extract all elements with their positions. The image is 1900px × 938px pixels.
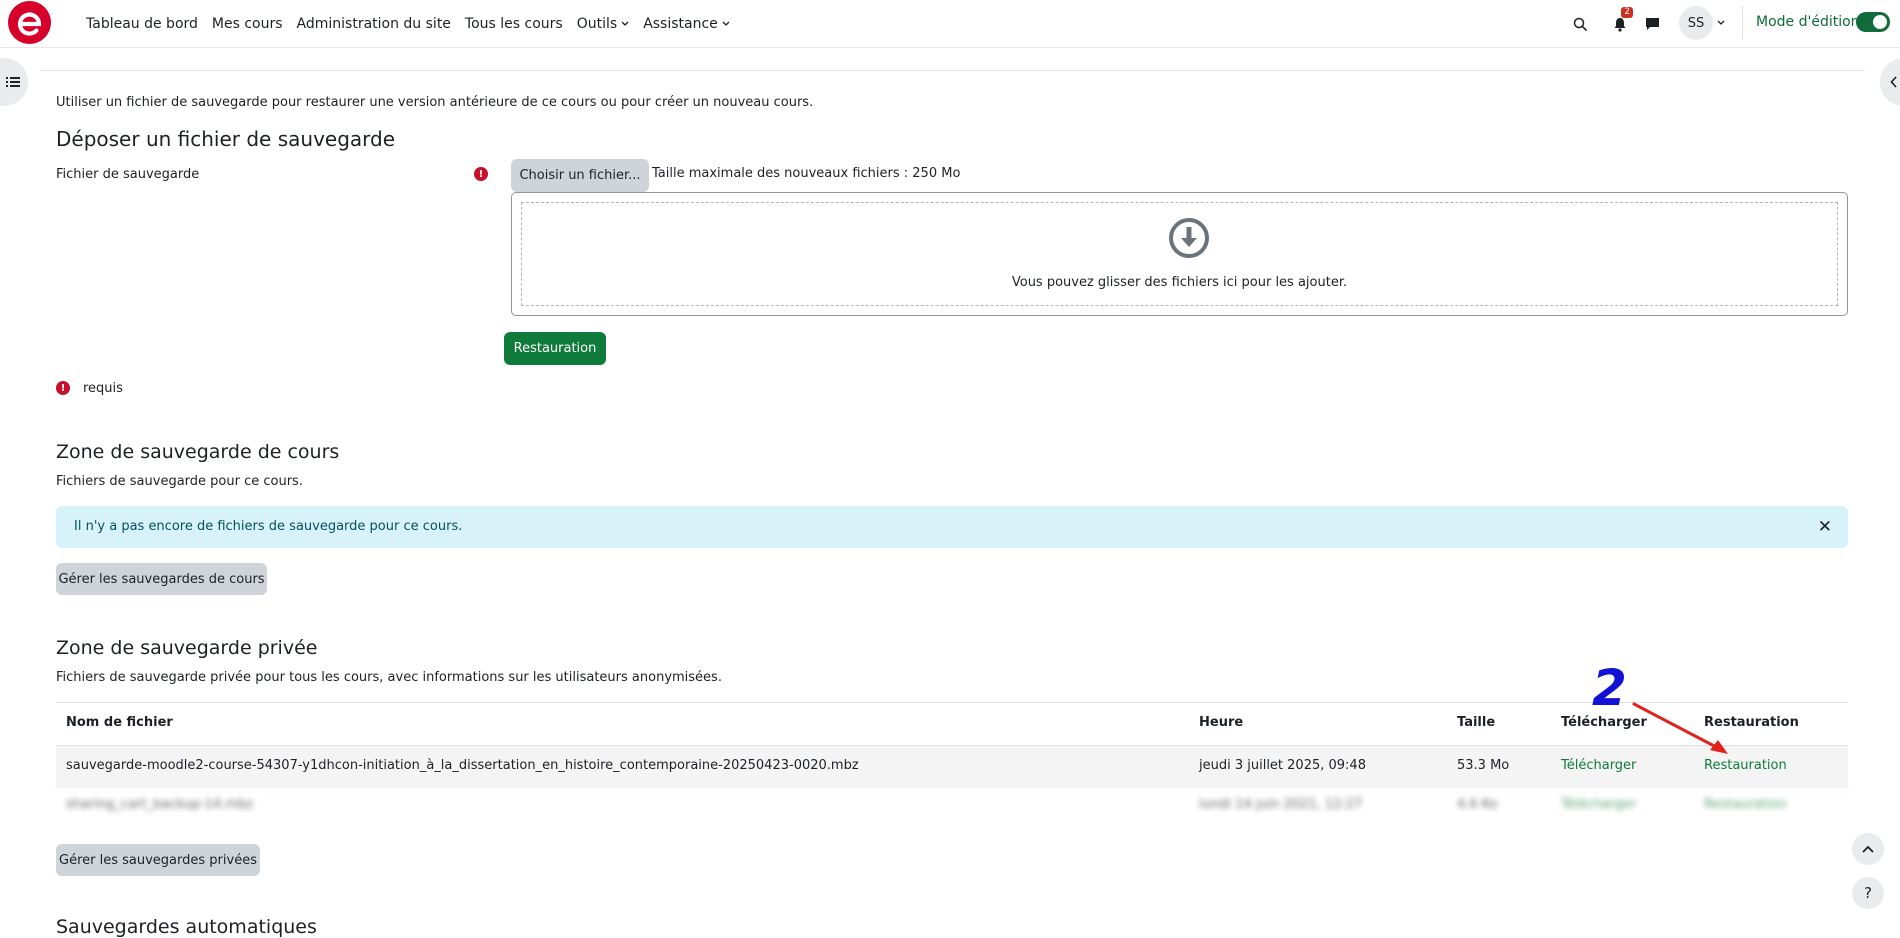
nav-all-courses-label: Tous les cours: [464, 16, 563, 32]
download-link[interactable]: Télécharger: [1561, 797, 1636, 812]
download-arrow-circle-icon: [1169, 218, 1209, 258]
help-button[interactable]: ?: [1852, 877, 1884, 909]
chevron-down-icon: [722, 21, 730, 26]
backup-time: lundi 14 juin 2021, 12:27: [1199, 797, 1363, 812]
required-legend-text: requis: [83, 381, 123, 396]
block-drawer-toggle[interactable]: [1880, 58, 1900, 106]
bell-icon: [1614, 17, 1626, 32]
search-icon: [1573, 17, 1587, 31]
user-avatar[interactable]: SS: [1679, 6, 1713, 40]
chevron-up-icon: [1862, 845, 1874, 853]
notification-count-badge: 2: [1621, 7, 1633, 18]
intro-text: Utiliser un fichier de sauvegarde pour r…: [56, 95, 814, 110]
site-logo[interactable]: [8, 1, 51, 44]
backup-file-label: Fichier de sauvegarde: [56, 167, 200, 182]
column-header-filename: Nom de fichier: [66, 715, 173, 730]
search-button[interactable]: [1568, 12, 1592, 36]
restore-link[interactable]: Restauration: [1704, 797, 1787, 812]
max-file-size-text: Taille maximale des nouveaux fichiers : …: [652, 166, 961, 181]
chat-bubble-icon: [1645, 18, 1659, 30]
backup-size: 53.3 Mo: [1457, 758, 1510, 773]
required-legend-icon: !: [56, 381, 70, 395]
chevron-down-icon[interactable]: [1717, 20, 1725, 26]
page-header-divider: [40, 70, 1865, 71]
backup-filename: sauvegarde-moodle2-course-54307-y1dhcon-…: [66, 758, 859, 773]
manage-private-backups-button[interactable]: Gérer les sauvegardes privées: [56, 844, 260, 876]
upload-heading: Déposer un fichier de sauvegarde: [56, 127, 396, 151]
backup-time: jeudi 3 juillet 2025, 09:48: [1199, 758, 1366, 773]
back-to-top-button[interactable]: [1852, 833, 1884, 865]
nav-all-courses[interactable]: Tous les cours: [465, 16, 563, 32]
private-backup-zone-heading: Zone de sauvegarde privée: [56, 637, 318, 659]
course-backup-zone-subtitle: Fichiers de sauvegarde pour ce cours.: [56, 474, 303, 489]
nav-dashboard-label: Tableau de bord: [86, 16, 198, 32]
choose-file-button[interactable]: Choisir un fichier...: [511, 159, 649, 192]
edit-mode-label: Mode d'édition: [1756, 14, 1860, 30]
annotation-step-number: 2: [1592, 659, 1627, 717]
nav-site-admin-label: Administration du site: [296, 16, 451, 32]
alert-message: Il n'y a pas encore de fichiers de sauve…: [74, 519, 463, 534]
notifications-button[interactable]: 2: [1608, 7, 1633, 36]
nav-dashboard[interactable]: Tableau de bord: [86, 16, 198, 32]
private-backups-table: Nom de fichier Heure Taille Télécharger …: [56, 702, 1848, 819]
top-navbar: Tableau de bord Mes cours Administration…: [0, 0, 1900, 48]
brand-e-logo-icon: [17, 11, 41, 36]
edit-mode-toggle[interactable]: [1856, 12, 1890, 32]
no-backups-alert: Il n'y a pas encore de fichiers de sauve…: [56, 506, 1848, 548]
primary-navigation: Tableau de bord Mes cours Administration…: [86, 0, 744, 48]
backup-filename: sharing_cart_backup-14.mbz: [66, 797, 254, 812]
nav-my-courses-label: Mes cours: [211, 16, 283, 32]
navbar-divider: [1742, 6, 1743, 40]
column-header-time: Heure: [1199, 715, 1244, 730]
nav-assistance-label: Assistance: [643, 16, 718, 32]
table-header-row: Nom de fichier Heure Taille Télécharger …: [56, 702, 1848, 745]
close-icon[interactable]: ✕: [1818, 517, 1832, 537]
dropzone-text: Vous pouvez glisser des fichiers ici pou…: [1011, 275, 1348, 290]
file-dropzone[interactable]: Vous pouvez glisser des fichiers ici pou…: [511, 192, 1848, 316]
messages-button[interactable]: [1640, 12, 1664, 36]
private-backup-zone-subtitle: Fichiers de sauvegarde privée pour tous …: [56, 670, 722, 685]
table-row: sharing_cart_backup-14.mbz lundi 14 juin…: [56, 788, 1848, 819]
nav-assistance-menu[interactable]: Assistance: [643, 16, 730, 32]
column-header-size: Taille: [1457, 715, 1496, 730]
course-index-drawer-toggle[interactable]: [0, 58, 28, 106]
chevron-down-icon: [621, 21, 629, 26]
table-row: sauvegarde-moodle2-course-54307-y1dhcon-…: [56, 745, 1848, 788]
restore-submit-button[interactable]: Restauration: [504, 332, 606, 365]
question-mark-icon: ?: [1864, 884, 1872, 902]
annotation-arrow-icon: [1632, 702, 1728, 754]
nav-site-admin[interactable]: Administration du site: [297, 16, 451, 32]
nav-tools-menu[interactable]: Outils: [577, 16, 629, 32]
manage-course-backups-button[interactable]: Gérer les sauvegardes de cours: [56, 563, 267, 595]
nav-tools-label: Outils: [576, 16, 618, 32]
list-icon: [6, 77, 20, 87]
course-backup-zone-heading: Zone de sauvegarde de cours: [56, 441, 340, 463]
chevron-left-icon: [1890, 76, 1897, 88]
download-link[interactable]: Télécharger: [1561, 758, 1636, 773]
automatic-backups-heading: Sauvegardes automatiques: [56, 916, 317, 938]
dropzone-dashed-area: Vous pouvez glisser des fichiers ici pou…: [521, 202, 1838, 306]
required-icon: !: [474, 167, 488, 181]
nav-my-courses[interactable]: Mes cours: [212, 16, 283, 32]
backup-size: 4.6 Ko: [1457, 797, 1498, 812]
